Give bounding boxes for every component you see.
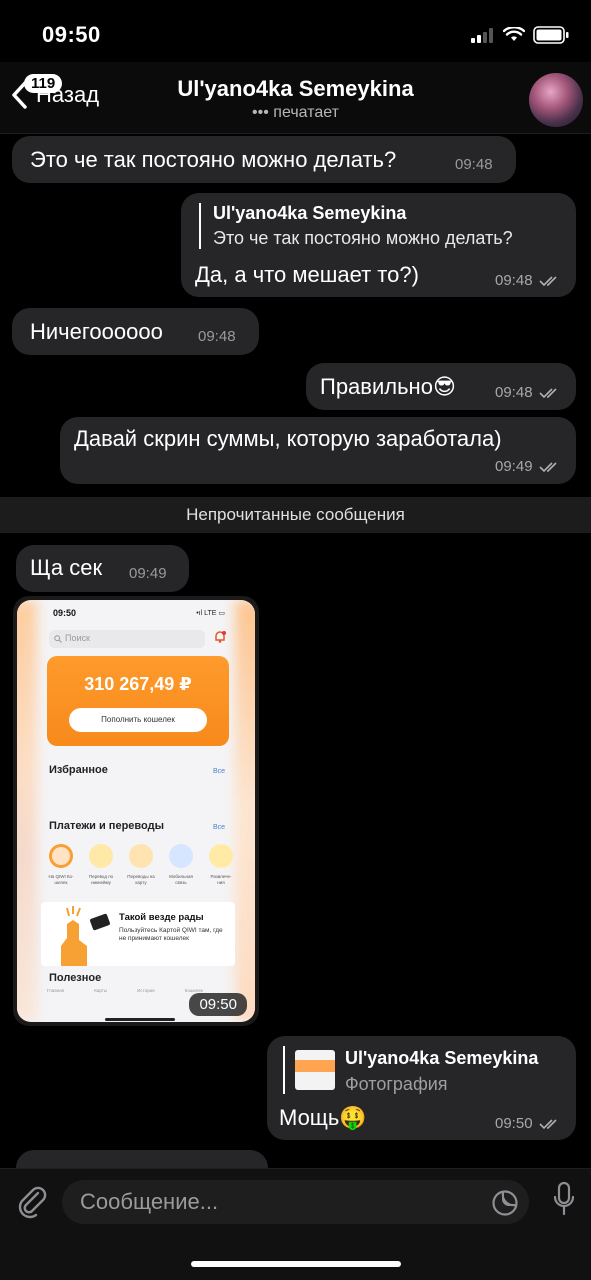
useful-heading: Полезное <box>49 972 102 984</box>
reply-author: Ul'yano4ka Semeykina <box>345 1048 539 1068</box>
message-time-text: 09:50 <box>495 1115 533 1132</box>
phone-icon <box>169 844 193 868</box>
message-time: 09:48 <box>495 272 561 289</box>
message-outgoing[interactable]: Правильно😎 09:48 <box>306 363 576 410</box>
payments-all-link: Все <box>213 824 226 831</box>
photo-tab: История <box>137 988 155 993</box>
service-icons: На QIWI Ко-шелек Перевод по никнейму Пер… <box>47 844 235 886</box>
message-outgoing[interactable]: Давай скрин суммы, которую заработала) 0… <box>60 417 576 484</box>
read-checks-icon <box>539 462 557 473</box>
photo-message[interactable]: 09:50 •ıl LTE ▭ Поиск 310 267,49 ₽ Попол… <box>13 596 259 1026</box>
service-label: Развлече-ния <box>210 874 232 885</box>
favorites-all-link: Все <box>213 768 226 775</box>
message-outgoing[interactable]: Ul'yano4ka Semeykina Фотография Мощь🤑 09… <box>267 1036 576 1140</box>
photo-time: 09:50 <box>189 993 247 1016</box>
statue-illustration-icon <box>61 906 110 966</box>
message-input[interactable] <box>62 1180 482 1224</box>
message-text: Да, а что мешает то?) <box>195 262 419 287</box>
message-time: 09:48 <box>495 384 561 401</box>
message-time: 09:49 <box>495 458 561 475</box>
message-incoming[interactable]: Ща сек 09:49 <box>16 545 189 592</box>
service-label: Мобильная связь <box>169 874 193 885</box>
home-indicator <box>191 1261 401 1267</box>
photo-status-time: 09:50 <box>53 608 77 618</box>
message-time: 09:48 <box>455 156 493 173</box>
photo-home-indicator <box>105 1018 175 1021</box>
message-time: 09:48 <box>198 328 236 345</box>
reply-quote[interactable]: Ul'yano4ka Semeykina Фотография <box>283 1046 538 1094</box>
message-text: Ничегоооооо <box>30 319 163 344</box>
message-text: Это че так постояно можно делать? <box>30 147 397 172</box>
promo-title: Такой везде рады <box>119 912 204 923</box>
service-label: Переводы на карту <box>127 874 155 885</box>
status-bar: 09:50 <box>0 0 591 70</box>
message-time: 09:49 <box>129 565 167 582</box>
reply-quote[interactable]: Ul'yano4ka Semeykina Это че так постояно… <box>199 203 513 249</box>
service-label: На QIWI Ко-шелек <box>48 874 74 885</box>
service-item: Перевод по никнейму <box>87 844 115 886</box>
message-outgoing[interactable]: Ul'yano4ka Semeykina Это че так постояно… <box>181 193 576 297</box>
service-item: Развлече-ния <box>207 844 235 886</box>
message-time-text: 09:49 <box>495 458 533 475</box>
screenshot-image[interactable]: 09:50 •ıl LTE ▭ Поиск 310 267,49 ₽ Попол… <box>17 600 255 1022</box>
service-label: Перевод по никнейму <box>88 874 114 885</box>
message-text: Ща сек <box>30 555 103 580</box>
sticker-icon[interactable] <box>491 1189 519 1217</box>
paperclip-icon[interactable] <box>16 1183 48 1219</box>
chat-title[interactable]: Ul'yano4ka Semeykina <box>0 76 591 102</box>
message-field[interactable] <box>62 1180 529 1224</box>
photo-search-field: Поиск <box>49 630 205 648</box>
photo-search-placeholder: Поиск <box>65 633 90 643</box>
promo-banner: Такой везде рады Пользуйтесь Картой QIWI… <box>41 902 235 966</box>
reply-author: Ul'yano4ka Semeykina <box>213 203 407 223</box>
message-incoming[interactable]: Ничегоооооо 09:48 <box>12 308 259 355</box>
chat-header: Назад 119 Ul'yano4ka Semeykina ••• печат… <box>0 62 591 134</box>
photo-status-icons: •ıl LTE ▭ <box>196 610 225 617</box>
status-time: 09:50 <box>42 22 101 47</box>
read-checks-icon <box>539 1119 557 1130</box>
card-icon <box>129 844 153 868</box>
service-item: Мобильная связь <box>167 844 195 886</box>
signal-icon <box>471 28 493 43</box>
favorites-heading: Избранное <box>49 764 108 776</box>
service-item: Переводы на карту <box>127 844 155 886</box>
message-text: Правильно😎 <box>320 374 456 399</box>
read-checks-icon <box>539 388 557 399</box>
trophy-icon <box>209 844 233 868</box>
search-icon <box>54 635 62 643</box>
reply-snippet: Это че так постояно можно делать? <box>213 228 513 248</box>
battery-icon <box>533 26 569 44</box>
message-incoming[interactable]: Это че так постояно можно делать? 09:48 <box>12 136 516 183</box>
message-text: Мощь🤑 <box>279 1105 367 1130</box>
message-text: Давай скрин суммы, которую заработала) <box>74 426 502 451</box>
avatar[interactable] <box>529 73 583 127</box>
message-time-text: 09:48 <box>495 272 533 289</box>
balance-card: 310 267,49 ₽ Пополнить кошелек <box>47 656 229 746</box>
typing-status: ••• печатает <box>252 104 339 121</box>
topup-button: Пополнить кошелек <box>69 708 207 732</box>
tag-icon <box>89 844 113 868</box>
bell-icon <box>215 631 226 643</box>
service-item: На QIWI Ко-шелек <box>47 844 75 886</box>
microphone-icon[interactable] <box>553 1181 575 1217</box>
status-icons <box>471 26 569 44</box>
balance-amount: 310 267,49 ₽ <box>84 674 192 694</box>
photo-tab: Главная <box>47 988 65 993</box>
reply-thumbnail <box>295 1050 335 1090</box>
payments-heading: Платежи и переводы <box>49 820 164 832</box>
message-time-text: 09:48 <box>495 384 533 401</box>
reply-snippet: Фотография <box>345 1074 448 1094</box>
photo-tab: Карты <box>94 988 108 993</box>
unread-divider: Непрочитанные сообщения <box>0 497 591 533</box>
wifi-icon <box>503 27 525 41</box>
promo-text: Пользуйтесь Картой QIWI там, где не прин… <box>119 927 223 942</box>
qiwi-icon <box>49 844 73 868</box>
read-checks-icon <box>539 276 557 287</box>
photo-blur-edge <box>17 600 37 1022</box>
message-time: 09:50 <box>495 1115 561 1132</box>
photo-blur-edge <box>235 600 255 1022</box>
